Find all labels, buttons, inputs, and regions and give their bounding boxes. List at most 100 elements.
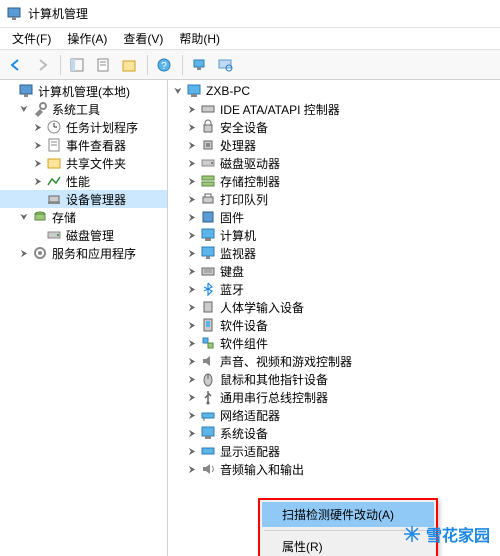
show-hide-tree-button[interactable] bbox=[65, 53, 89, 77]
device-biometric[interactable]: ⮞人体学输入设备 bbox=[168, 298, 500, 316]
help-button[interactable]: ? bbox=[152, 53, 176, 77]
expander-icon[interactable]: ⮟ bbox=[18, 103, 30, 115]
expander-icon[interactable]: ⮞ bbox=[186, 229, 198, 241]
tree-label: 软件组件 bbox=[220, 335, 268, 352]
tree-root-local[interactable]: ▶ 计算机管理(本地) bbox=[0, 82, 167, 100]
device-display[interactable]: ⮞显示适配器 bbox=[168, 442, 500, 460]
ide-icon bbox=[200, 101, 216, 117]
expander-icon[interactable]: ⮞ bbox=[186, 409, 198, 421]
expander-icon[interactable]: ⮞ bbox=[186, 175, 198, 187]
tree-label: 系统工具 bbox=[52, 101, 100, 118]
back-button[interactable] bbox=[4, 53, 28, 77]
titlebar: 计算机管理 bbox=[0, 0, 500, 28]
device-firmware[interactable]: ⮞固件 bbox=[168, 208, 500, 226]
device-sound[interactable]: ⮞声音、视频和游戏控制器 bbox=[168, 352, 500, 370]
tree-label: 打印队列 bbox=[220, 191, 268, 208]
export-button[interactable] bbox=[117, 53, 141, 77]
expander-icon[interactable]: ⮞ bbox=[186, 355, 198, 367]
tree-label: 性能 bbox=[66, 173, 90, 190]
expander-icon[interactable]: ⮞ bbox=[186, 211, 198, 223]
expander-icon[interactable]: ⮞ bbox=[186, 157, 198, 169]
left-tree-pane[interactable]: ▶ 计算机管理(本地) ⮟ 系统工具 ⮞ 任务计划程序 ⮞ 事件查看器 ⮞ 共享… bbox=[0, 80, 168, 556]
expander-icon[interactable]: ⮞ bbox=[186, 103, 198, 115]
tree-label: 磁盘管理 bbox=[66, 227, 114, 244]
expander-icon[interactable]: ⮞ bbox=[186, 427, 198, 439]
expander-icon[interactable]: ⮞ bbox=[186, 139, 198, 151]
expander-icon[interactable]: ⮞ bbox=[186, 265, 198, 277]
device-system-dev[interactable]: ⮞系统设备 bbox=[168, 424, 500, 442]
expander-icon[interactable]: ⮞ bbox=[186, 463, 198, 475]
device-disk-drives[interactable]: ⮞ 磁盘驱动器 bbox=[168, 154, 500, 172]
cpu-icon bbox=[200, 137, 216, 153]
hid-icon bbox=[200, 299, 216, 315]
expander-icon[interactable]: ⮟ bbox=[172, 85, 184, 97]
tree-performance[interactable]: ⮞ 性能 bbox=[0, 172, 167, 190]
right-tree-pane[interactable]: ⮟ ZXB-PC ⮞IDE ATA/ATAPI 控制器 ⮞ 安全设备 ⮞ 处理器 ⮞… bbox=[168, 80, 500, 556]
expander-icon[interactable]: ⮞ bbox=[18, 247, 30, 259]
device-ide[interactable]: ⮞IDE ATA/ATAPI 控制器 bbox=[168, 100, 500, 118]
expander-icon[interactable]: ⮞ bbox=[32, 175, 44, 187]
tree-label: 处理器 bbox=[220, 137, 256, 154]
tree-disk-management[interactable]: ▶ 磁盘管理 bbox=[0, 226, 167, 244]
expander-icon[interactable]: ⮟ bbox=[18, 211, 30, 223]
forward-button[interactable] bbox=[30, 53, 54, 77]
expander-icon[interactable]: ⮞ bbox=[32, 157, 44, 169]
expander-icon[interactable]: ⮞ bbox=[186, 283, 198, 295]
expander-icon[interactable]: ⮞ bbox=[32, 139, 44, 151]
properties-button[interactable] bbox=[91, 53, 115, 77]
monitor-icon bbox=[200, 245, 216, 261]
tools-icon bbox=[32, 101, 48, 117]
device-monitors[interactable]: ⮞监视器 bbox=[168, 244, 500, 262]
device-usb[interactable]: ⮞通用串行总线控制器 bbox=[168, 388, 500, 406]
menubar: 文件(F) 操作(A) 查看(V) 帮助(H) bbox=[0, 28, 500, 50]
device-tree-root[interactable]: ⮟ ZXB-PC bbox=[168, 82, 500, 100]
tree-device-manager[interactable]: ▶ 设备管理器 bbox=[0, 190, 167, 208]
device-software-dev[interactable]: ⮞软件设备 bbox=[168, 316, 500, 334]
tree-system-tools[interactable]: ⮟ 系统工具 bbox=[0, 100, 167, 118]
device-computer[interactable]: ⮞计算机 bbox=[168, 226, 500, 244]
bluetooth-icon bbox=[200, 281, 216, 297]
menu-view[interactable]: 查看(V) bbox=[115, 28, 171, 49]
tree-storage[interactable]: ⮟ 存储 bbox=[0, 208, 167, 226]
content-area: ▶ 计算机管理(本地) ⮟ 系统工具 ⮞ 任务计划程序 ⮞ 事件查看器 ⮞ 共享… bbox=[0, 80, 500, 556]
device-network[interactable]: ⮞网络适配器 bbox=[168, 406, 500, 424]
expander-icon[interactable]: ⮞ bbox=[186, 319, 198, 331]
device-processors[interactable]: ⮞ 处理器 bbox=[168, 136, 500, 154]
scan-hardware-button[interactable] bbox=[213, 53, 237, 77]
expander-icon[interactable]: ⮞ bbox=[186, 337, 198, 349]
device-keyboards[interactable]: ⮞ 键盘 bbox=[168, 262, 500, 280]
tree-shared-folders[interactable]: ⮞ 共享文件夹 bbox=[0, 154, 167, 172]
expander-icon[interactable]: ⮞ bbox=[186, 373, 198, 385]
device-bluetooth[interactable]: ⮞ 蓝牙 bbox=[168, 280, 500, 298]
tree-label: ZXB-PC bbox=[206, 84, 250, 98]
expander-icon[interactable]: ⮞ bbox=[186, 247, 198, 259]
expander-icon[interactable]: ⮞ bbox=[186, 121, 198, 133]
menu-file[interactable]: 文件(F) bbox=[4, 28, 59, 49]
menu-action[interactable]: 操作(A) bbox=[59, 28, 115, 49]
device-mouse[interactable]: ⮞鼠标和其他指针设备 bbox=[168, 370, 500, 388]
tree-services-apps[interactable]: ⮞ 服务和应用程序 bbox=[0, 244, 167, 262]
expander-icon[interactable]: ⮞ bbox=[32, 121, 44, 133]
computer-icon bbox=[200, 227, 216, 243]
tree-event-viewer[interactable]: ⮞ 事件查看器 bbox=[0, 136, 167, 154]
expander-icon[interactable]: ⮞ bbox=[186, 193, 198, 205]
tree-label: 安全设备 bbox=[220, 119, 268, 136]
software-icon bbox=[200, 317, 216, 333]
display-adapter-icon bbox=[200, 443, 216, 459]
device-software-comp[interactable]: ⮞ 软件组件 bbox=[168, 334, 500, 352]
folder-share-icon bbox=[46, 155, 62, 171]
refresh-button[interactable] bbox=[187, 53, 211, 77]
tree-task-scheduler[interactable]: ⮞ 任务计划程序 bbox=[0, 118, 167, 136]
expander-icon[interactable]: ⮞ bbox=[186, 301, 198, 313]
device-storage-ctrl[interactable]: ⮞存储控制器 bbox=[168, 172, 500, 190]
menu-help[interactable]: 帮助(H) bbox=[171, 28, 228, 49]
expander-icon[interactable]: ⮞ bbox=[186, 391, 198, 403]
audio-io-icon bbox=[200, 461, 216, 477]
device-print-queue[interactable]: ⮞ 打印队列 bbox=[168, 190, 500, 208]
tree-label: 磁盘驱动器 bbox=[220, 155, 280, 172]
device-audio-io[interactable]: ⮞音频输入和输出 bbox=[168, 460, 500, 478]
device-security[interactable]: ⮞ 安全设备 bbox=[168, 118, 500, 136]
expander-icon[interactable]: ⮞ bbox=[186, 445, 198, 457]
tree-label: 键盘 bbox=[220, 263, 244, 280]
tree-label: 蓝牙 bbox=[220, 281, 244, 298]
